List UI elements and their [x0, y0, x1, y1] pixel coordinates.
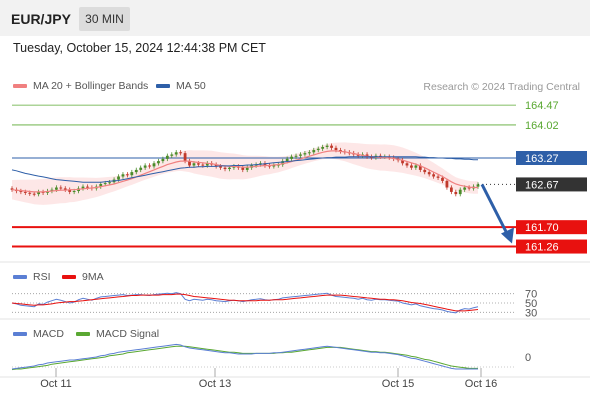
candle-body	[121, 174, 125, 177]
candle-body	[476, 184, 480, 187]
candle-body	[325, 145, 329, 147]
chart-canvas: 164.47164.02163.27162.67161.70161.267050…	[0, 100, 590, 390]
candle-body	[414, 165, 418, 168]
candle-body	[449, 187, 453, 192]
candle-body	[179, 152, 183, 154]
candle-body	[143, 165, 147, 168]
level-label-162.67: 162.67	[525, 179, 559, 191]
x-tick-label: Oct 13	[199, 378, 231, 390]
candle-body	[117, 176, 120, 180]
candle-body	[410, 165, 413, 168]
candle-body	[86, 186, 89, 188]
candle-body	[201, 164, 205, 166]
candle-body	[294, 155, 298, 157]
candle-body	[183, 153, 187, 162]
macd-line	[11, 343, 478, 370]
candle-body	[54, 187, 58, 190]
x-tick-label: Oct 11	[40, 378, 72, 390]
candle-body	[299, 154, 302, 156]
candle-body	[228, 167, 231, 170]
candle-body	[161, 158, 165, 162]
candle-body	[219, 166, 222, 168]
candle-body	[312, 150, 316, 153]
candle-body	[174, 152, 178, 155]
x-tick-label: Oct 16	[465, 378, 497, 390]
x-tick-label: Oct 15	[382, 378, 414, 390]
candle-body	[321, 146, 325, 149]
candle-body	[134, 169, 138, 173]
candle-body	[130, 172, 134, 176]
candle-body	[223, 167, 227, 170]
candle-body	[303, 153, 307, 155]
candle-body	[463, 187, 467, 190]
candle-body	[59, 187, 63, 189]
candle-body	[454, 191, 458, 195]
candle-body	[28, 192, 32, 194]
candle-body	[285, 158, 289, 162]
level-label-164.47: 164.47	[525, 100, 559, 112]
candle-body	[316, 148, 320, 151]
candle-body	[108, 182, 112, 184]
level-label-161.26: 161.26	[525, 242, 559, 254]
candle-body	[23, 191, 27, 193]
candle-body	[32, 193, 36, 195]
candle-body	[334, 147, 338, 151]
level-label-161.70: 161.70	[525, 222, 559, 234]
candle-body	[458, 189, 462, 195]
candle-body	[103, 183, 107, 185]
candle-body	[125, 174, 129, 176]
candle-body	[436, 176, 440, 178]
rsi-tick-30: 30	[525, 307, 537, 319]
candle-body	[241, 167, 245, 170]
candle-body	[423, 169, 427, 173]
candle-body	[441, 177, 444, 181]
candle-body	[290, 156, 293, 159]
candle-body	[427, 172, 431, 175]
candle-body	[405, 163, 409, 166]
rsi-ma-line	[11, 293, 479, 312]
candle-body	[148, 165, 151, 167]
candle-body	[139, 167, 143, 170]
level-label-164.02: 164.02	[525, 120, 559, 132]
candle-body	[245, 167, 249, 170]
candle-body	[445, 180, 449, 188]
candle-body	[192, 163, 196, 166]
candle-body	[152, 163, 156, 167]
candle-body	[432, 174, 436, 177]
candle-body	[197, 163, 200, 165]
level-label-163.27: 163.27	[525, 153, 559, 165]
bollinger-band	[12, 142, 478, 205]
macd-signal-line	[11, 345, 478, 371]
candle-body	[165, 155, 169, 159]
candle-body	[72, 191, 76, 193]
forecast-arrow-head	[501, 227, 514, 244]
candle-body	[307, 152, 311, 154]
candle-body	[330, 145, 333, 148]
candle-body	[170, 154, 174, 156]
macd-tick-0: 0	[525, 352, 531, 364]
candle-body	[157, 161, 160, 164]
